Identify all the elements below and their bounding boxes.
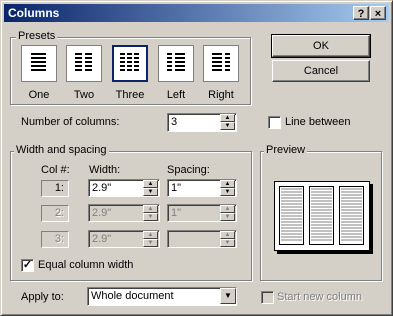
preview-columns-graphic (279, 186, 364, 245)
preset-left-label: Left (166, 89, 186, 101)
preset-right-label: Right (208, 89, 234, 101)
cancel-button[interactable]: Cancel (272, 60, 370, 82)
preset-one-label: One (28, 89, 50, 101)
apply-to-select[interactable]: Whole document (87, 287, 237, 306)
help-button[interactable]: ? (353, 6, 369, 20)
title-bar: Columns ? × (4, 4, 389, 22)
number-of-columns-label: Number of columns: (21, 116, 120, 128)
one-column-icon (31, 53, 46, 71)
width-header: Width: (89, 164, 121, 176)
spin-down-icon[interactable]: ▼ (220, 239, 235, 247)
width-spacing-group-label: Width and spacing (14, 144, 109, 157)
dropdown-arrow-icon[interactable]: ▼ (220, 288, 236, 304)
col2-width-value: 2.9" (92, 207, 112, 219)
preset-right-button[interactable] (203, 45, 239, 82)
ok-button[interactable]: OK (271, 34, 371, 58)
preview-page (274, 181, 370, 251)
col3-width-spinner[interactable]: ▲ ▼ (143, 231, 158, 247)
preset-three-label: Three (115, 89, 145, 101)
start-new-column-checkbox[interactable] (261, 291, 274, 304)
spin-up-icon[interactable]: ▲ (220, 180, 235, 188)
spin-down-icon[interactable]: ▼ (143, 239, 158, 247)
spin-up-icon[interactable]: ▲ (220, 231, 235, 239)
right-column-icon (212, 53, 230, 71)
presets-group-label: Presets (16, 30, 58, 43)
col2-width-spinner[interactable]: ▲ ▼ (143, 205, 158, 221)
col-header: Col #: (41, 164, 70, 176)
preset-three-button[interactable] (112, 45, 148, 82)
col-number-1: 1: (41, 180, 69, 197)
spin-up-icon[interactable]: ▲ (220, 205, 235, 213)
col-number-3: 3: (41, 231, 69, 248)
spin-down-icon[interactable]: ▼ (220, 213, 235, 221)
spacing-header: Spacing: (167, 164, 210, 176)
spin-up-icon[interactable]: ▲ (220, 114, 235, 122)
columns-dialog: Columns ? × Presets One Two Three Left R… (0, 0, 393, 316)
col2-spacing-spinner[interactable]: ▲ ▼ (220, 205, 235, 221)
close-button[interactable]: × (370, 6, 386, 20)
spin-down-icon[interactable]: ▼ (220, 122, 235, 130)
apply-to-label: Apply to: (21, 291, 64, 303)
col1-width-value: 2.9" (92, 182, 112, 194)
col3-spacing-spinner[interactable]: ▲ ▼ (220, 231, 235, 247)
preset-two-label: Two (73, 89, 95, 101)
col1-spacing-value: 1" (171, 182, 182, 194)
spin-up-icon[interactable]: ▲ (143, 180, 158, 188)
equal-column-width-checkbox[interactable]: ✓ (21, 259, 34, 272)
col-number-2: 2: (41, 205, 69, 222)
line-between-checkbox[interactable] (268, 116, 281, 129)
number-of-columns-value: 3 (171, 116, 178, 128)
dialog-title: Columns (8, 6, 60, 20)
spin-down-icon[interactable]: ▼ (143, 188, 158, 196)
col1-spacing-spinner[interactable]: ▲ ▼ (220, 180, 235, 196)
checkmark-icon: ✓ (22, 259, 33, 271)
two-columns-icon (75, 53, 92, 71)
col3-width-value: 2.9" (92, 233, 112, 245)
spin-down-icon[interactable]: ▼ (143, 213, 158, 221)
preset-left-button[interactable] (158, 45, 194, 82)
preview-group-label: Preview (264, 144, 308, 157)
three-columns-icon (120, 53, 139, 71)
start-new-column-label: Start new column (277, 291, 362, 303)
left-column-icon (167, 53, 185, 71)
spin-up-icon[interactable]: ▲ (143, 205, 158, 213)
line-between-label: Line between (285, 116, 351, 128)
preset-two-button[interactable] (66, 45, 102, 82)
number-of-columns-spinner[interactable]: ▲ ▼ (220, 114, 235, 130)
spin-up-icon[interactable]: ▲ (143, 231, 158, 239)
apply-to-value: Whole document (91, 290, 174, 302)
col2-spacing-value: 1" (171, 207, 182, 219)
col1-width-spinner[interactable]: ▲ ▼ (143, 180, 158, 196)
spin-down-icon[interactable]: ▼ (220, 188, 235, 196)
equal-column-width-label: Equal column width (38, 259, 134, 271)
preset-one-button[interactable] (21, 45, 57, 82)
